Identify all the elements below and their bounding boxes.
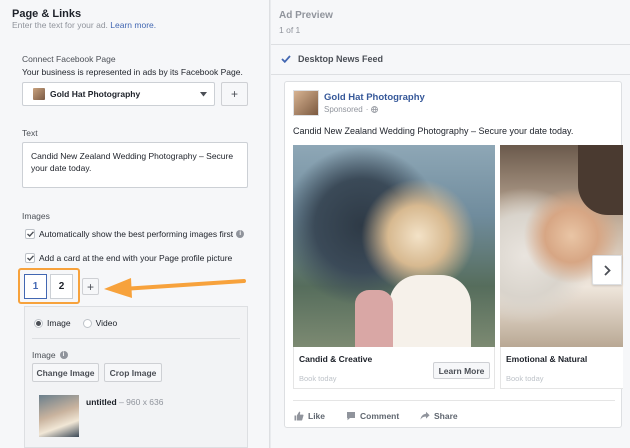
images-label: Images — [22, 211, 50, 221]
like-label: Like — [308, 411, 326, 421]
divider — [293, 400, 615, 401]
share-button[interactable]: Share — [420, 411, 458, 421]
divider — [32, 338, 240, 339]
info-icon[interactable]: i — [236, 230, 245, 238]
ad-text-input[interactable]: Candid New Zealand Wedding Photography –… — [22, 142, 248, 188]
carousel-card-image[interactable] — [293, 145, 495, 347]
carousel-next-button[interactable] — [592, 255, 622, 285]
page-select-value: Gold Hat Photography — [50, 89, 141, 99]
image-radio-label: Image — [47, 318, 71, 328]
auto-show-checkbox[interactable] — [25, 229, 35, 239]
like-icon — [294, 411, 304, 421]
card-headline: Emotional & Natural — [506, 354, 588, 364]
check-icon — [26, 231, 34, 237]
page-avatar — [293, 90, 319, 116]
check-icon — [281, 55, 291, 63]
auto-show-option: Automatically show the best performing i… — [25, 229, 245, 239]
chevron-right-icon — [603, 264, 611, 276]
card-link-description: Book today — [299, 374, 337, 383]
comment-label: Comment — [360, 411, 400, 421]
carousel-card-footer[interactable]: Emotional & Natural Book today — [500, 347, 623, 389]
preview-title: Ad Preview — [279, 10, 333, 21]
image-radio[interactable] — [34, 318, 43, 328]
divider — [271, 74, 630, 75]
sponsored-label: Sponsored — [324, 105, 363, 114]
arrow-left-icon — [104, 278, 246, 298]
placement-selector[interactable]: Desktop News Feed — [281, 54, 383, 64]
add-card-label: Add a card at the end with your Page pro… — [39, 253, 233, 263]
ad-text-editor-panel: Page & Links Enter the text for your ad.… — [0, 0, 270, 448]
file-dimensions: – 960 x 636 — [116, 397, 164, 407]
image-detail — [578, 145, 623, 215]
divider — [271, 44, 630, 45]
page-select[interactable]: Gold Hat Photography — [22, 82, 215, 106]
connect-page-label: Connect Facebook Page — [22, 54, 116, 64]
crop-image-button[interactable]: Crop Image — [104, 363, 162, 382]
connect-page-description: Your business is represented in ads by i… — [22, 67, 243, 77]
ad-preview-post: Gold Hat Photography Sponsored · Candid … — [284, 81, 623, 428]
share-icon — [420, 411, 430, 420]
ad-preview-panel: Ad Preview 1 of 1 Desktop News Feed Gold… — [271, 0, 630, 448]
file-name: untitled — [86, 397, 117, 407]
chevron-down-icon — [200, 92, 207, 97]
text-label: Text — [22, 128, 38, 138]
section-title: Page & Links — [12, 8, 82, 20]
file-info: untitled – 960 x 636 — [86, 397, 164, 407]
post-page-name[interactable]: Gold Hat Photography — [324, 92, 425, 103]
comment-icon — [347, 412, 355, 421]
card-link-description: Book today — [506, 374, 544, 383]
meta-separator: · — [365, 105, 369, 114]
post-text: Candid New Zealand Wedding Photography –… — [293, 126, 574, 136]
add-card-button[interactable]: + — [82, 278, 99, 295]
video-radio[interactable] — [82, 318, 92, 328]
page-avatar — [33, 88, 45, 100]
carousel-card-footer[interactable]: Candid & Creative Book today Learn More — [293, 347, 495, 389]
preview-pager: 1 of 1 — [279, 25, 301, 35]
auto-show-label: Automatically show the best performing i… — [39, 229, 234, 239]
globe-icon — [371, 106, 379, 113]
like-button[interactable]: Like — [294, 411, 325, 421]
subtitle-text: Enter the text for your ad. — [12, 20, 108, 30]
learn-more-link[interactable]: Learn more. — [110, 20, 156, 30]
add-page-button[interactable]: + — [221, 82, 248, 106]
video-radio-label: Video — [95, 318, 118, 328]
share-label: Share — [434, 411, 458, 421]
change-image-button[interactable]: Change Image — [32, 363, 99, 382]
image-detail — [355, 290, 393, 347]
add-card-checkbox[interactable] — [25, 253, 35, 263]
learn-more-button[interactable]: Learn More — [433, 362, 490, 379]
card-headline: Candid & Creative — [299, 354, 373, 364]
image-detail — [389, 275, 471, 347]
image-thumbnail — [39, 395, 79, 437]
post-meta: Sponsored · — [324, 105, 379, 114]
comment-button[interactable]: Comment — [346, 411, 399, 421]
media-type-toggle: Image Video — [34, 318, 117, 328]
placement-label: Desktop News Feed — [298, 54, 384, 64]
image-field-label: Image — [32, 350, 56, 360]
add-card-option: Add a card at the end with your Page pro… — [25, 253, 232, 263]
card-tab-1[interactable]: 1 — [24, 274, 47, 299]
card-tab-2[interactable]: 2 — [50, 274, 73, 299]
section-subtitle: Enter the text for your ad. Learn more. — [12, 20, 156, 30]
carousel-card-image[interactable] — [500, 145, 623, 347]
info-icon[interactable]: i — [59, 351, 68, 359]
image-field-label-row: Image i — [32, 350, 68, 360]
check-icon — [26, 255, 34, 261]
